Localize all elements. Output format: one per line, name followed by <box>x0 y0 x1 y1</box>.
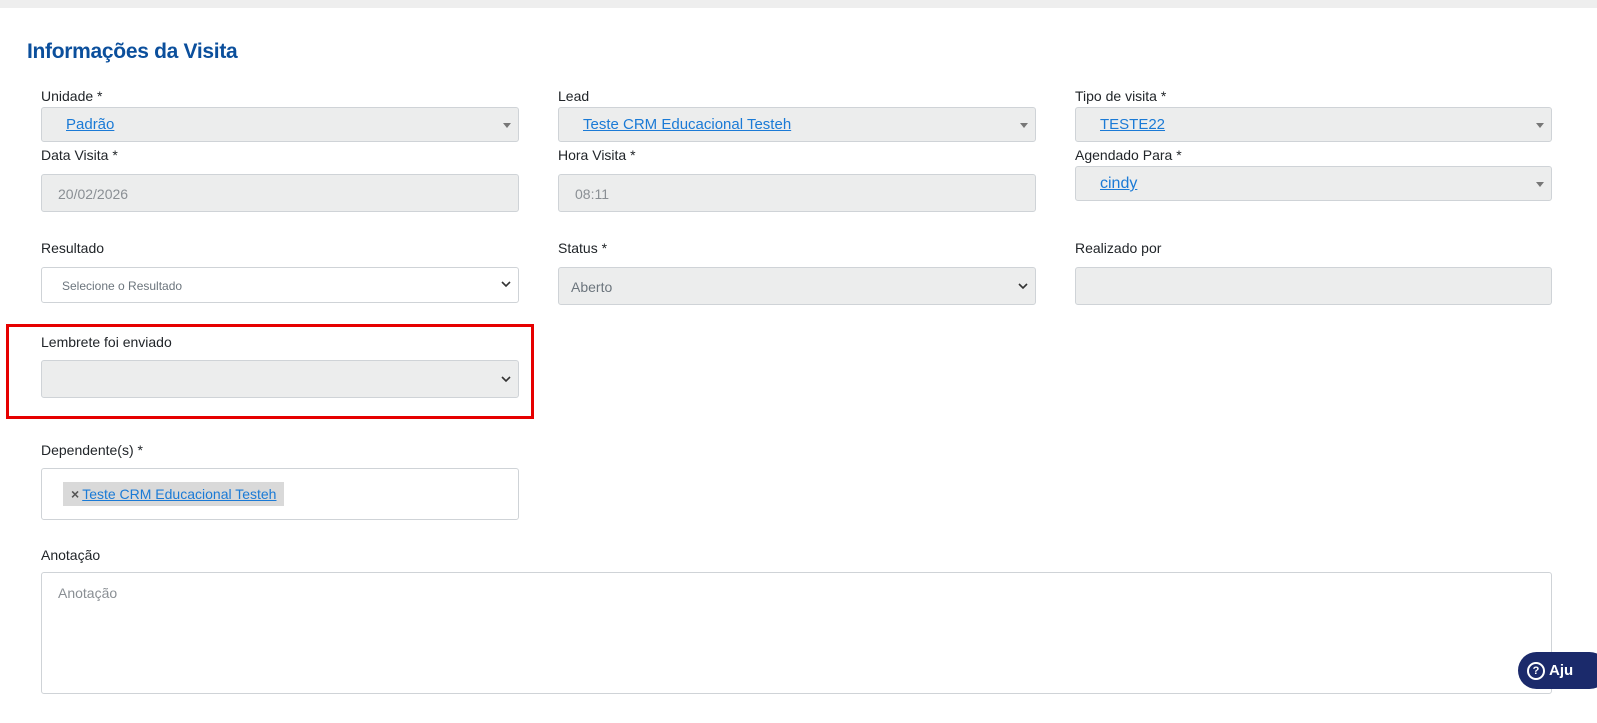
resultado-select[interactable]: Selecione o Resultado <box>41 267 519 303</box>
agendado-para-select[interactable]: cindy <box>1075 166 1552 201</box>
unidade-value: Padrão <box>66 116 115 133</box>
dependentes-label: Dependente(s) * <box>41 442 143 458</box>
lead-select[interactable]: Teste CRM Educacional Testeh <box>558 107 1036 142</box>
close-icon[interactable]: × <box>71 486 79 502</box>
caret-down-icon <box>1020 123 1028 128</box>
realizado-por-input[interactable] <box>1075 267 1552 305</box>
caret-down-icon <box>503 123 511 128</box>
section-title: Informações da Visita <box>27 40 238 63</box>
chevron-down-icon <box>501 281 511 288</box>
hora-visita-value: 08:11 <box>575 186 609 202</box>
lembrete-select[interactable] <box>41 360 519 398</box>
hora-visita-input[interactable]: 08:11 <box>558 174 1036 212</box>
question-circle-icon: ? <box>1527 661 1545 680</box>
resultado-label: Resultado <box>41 240 105 256</box>
dependente-tag-label: Teste CRM Educacional Testeh <box>82 486 277 502</box>
dependente-tag: × Teste CRM Educacional Testeh <box>63 482 285 506</box>
unidade-label: Unidade * <box>41 88 103 104</box>
data-visita-label: Data Visita * <box>41 147 118 163</box>
chevron-down-icon <box>1018 283 1028 290</box>
unidade-select[interactable]: Padrão <box>41 107 519 142</box>
status-value: Aberto <box>571 279 613 295</box>
realizado-por-label: Realizado por <box>1075 240 1162 256</box>
help-button-label: Aju <box>1549 662 1574 679</box>
lead-label: Lead <box>558 88 590 104</box>
tipo-visita-select[interactable]: TESTE22 <box>1075 107 1552 142</box>
status-select[interactable]: Aberto <box>558 267 1036 305</box>
anotacao-label: Anotação <box>41 547 101 563</box>
chevron-down-icon <box>501 376 511 383</box>
tipo-visita-label: Tipo de visita * <box>1075 88 1167 104</box>
agendado-para-label: Agendado Para * <box>1075 147 1182 163</box>
help-button[interactable]: ? Aju <box>1518 652 1597 689</box>
lead-value: Teste CRM Educacional Testeh <box>583 116 792 133</box>
dependentes-select[interactable]: × Teste CRM Educacional Testeh <box>41 468 519 520</box>
caret-down-icon <box>1536 182 1544 187</box>
hora-visita-label: Hora Visita * <box>558 147 636 163</box>
agendado-para-value: cindy <box>1100 175 1138 192</box>
data-visita-value: 20/02/2026 <box>58 186 129 202</box>
top-strip <box>0 0 1597 8</box>
lembrete-label: Lembrete foi enviado <box>41 334 172 350</box>
caret-down-icon <box>1536 123 1544 128</box>
tipo-visita-value: TESTE22 <box>1100 116 1166 133</box>
anotacao-textarea[interactable]: Anotação <box>41 572 1552 694</box>
data-visita-input[interactable]: 20/02/2026 <box>41 174 519 212</box>
status-label: Status * <box>558 240 608 256</box>
anotacao-placeholder: Anotação <box>58 585 118 601</box>
resultado-value: Selecione o Resultado <box>62 279 183 293</box>
